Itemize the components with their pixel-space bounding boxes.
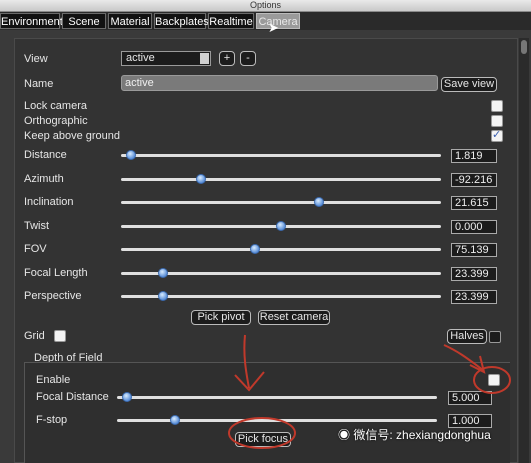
annotation-circle-pick-focus bbox=[228, 417, 296, 449]
annotation-arrow-enable bbox=[443, 344, 486, 374]
annotation-circle-enable bbox=[473, 366, 511, 394]
watermark: ◉ 微信号: zhexiangdonghua bbox=[338, 426, 491, 443]
annotation-arrow-down bbox=[234, 334, 265, 392]
wechat-icon: ◉ bbox=[338, 428, 351, 442]
watermark-text: 微信号: zhexiangdonghua bbox=[353, 428, 491, 442]
annotation-overlay bbox=[228, 334, 511, 449]
